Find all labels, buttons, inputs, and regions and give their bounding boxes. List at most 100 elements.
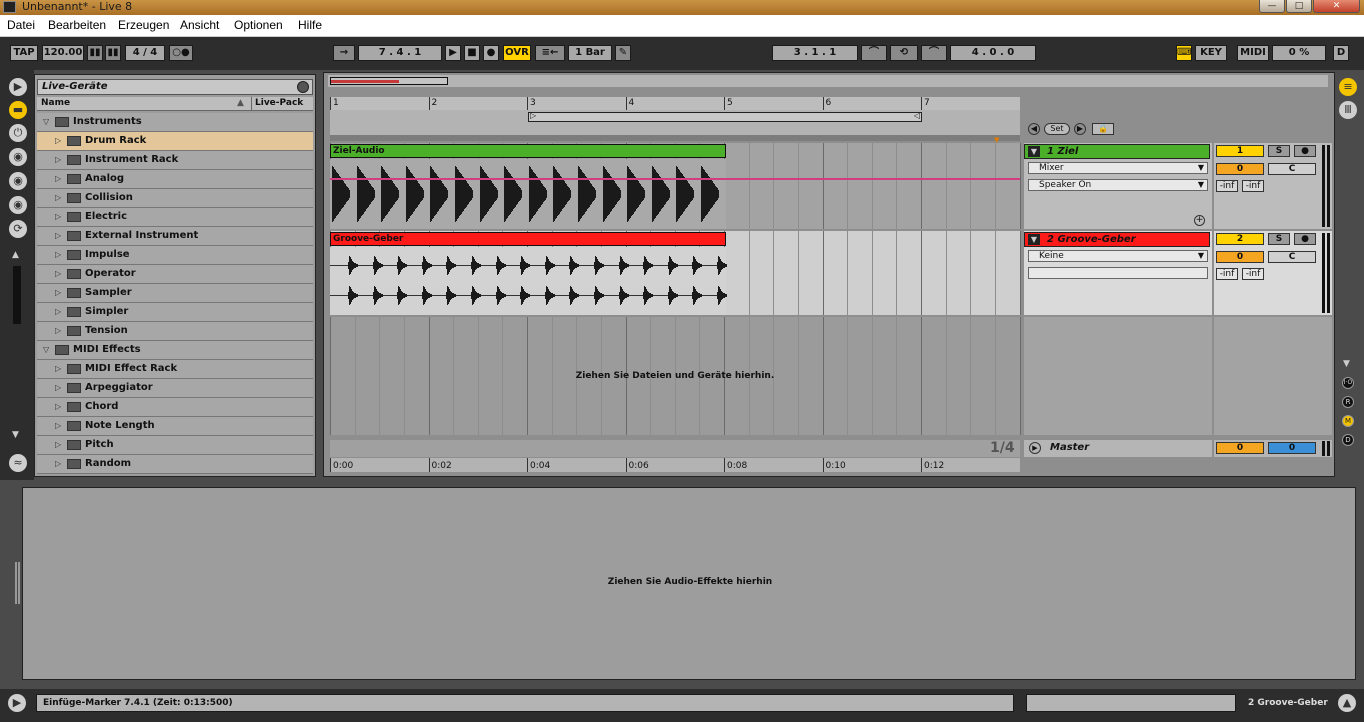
clip-ziel-audio[interactable]: Ziel-Audio	[330, 144, 726, 158]
file-browser-3-icon[interactable]: ◉	[9, 196, 27, 214]
file-browser-2-icon[interactable]: ◉	[9, 172, 27, 190]
clip-ziel-audio-waveform[interactable]	[330, 159, 726, 229]
track-name-groove-geber[interactable]: 2 Groove-Geber	[1024, 232, 1210, 247]
menu-optionen[interactable]: Optionen	[234, 18, 283, 32]
menu-erzeugen[interactable]: Erzeugen	[118, 18, 169, 32]
arrangement-view-icon[interactable]: Ⅲ	[1339, 101, 1357, 119]
browser-toggle-icon[interactable]: ▶	[9, 78, 27, 96]
record-icon[interactable]: ●	[483, 45, 499, 61]
audio-from-dropdown[interactable]: Keine ▼	[1028, 250, 1208, 262]
stop-icon[interactable]: ■	[464, 45, 480, 61]
expand-closed-icon[interactable]: ▷	[55, 455, 61, 473]
lock-envelopes-icon[interactable]: 🔒	[1092, 123, 1114, 135]
add-automation-lane-icon[interactable]: +	[1194, 215, 1205, 226]
browser-item[interactable]: ▷ Drum Rack	[37, 132, 313, 151]
browser-item[interactable]: ▷ Operator	[37, 265, 313, 284]
expand-closed-icon[interactable]: ▷	[55, 227, 61, 245]
loop-brace-lane[interactable]: ▷ ◁	[330, 110, 1020, 135]
loop-length-field[interactable]: 4 . 0 . 0	[950, 45, 1036, 61]
set-locator-button[interactable]: Set	[1044, 123, 1070, 135]
expand-closed-icon[interactable]: ▷	[55, 303, 61, 321]
browser-item[interactable]: ▷ Instrument Rack	[37, 151, 313, 170]
track-lane-ziel[interactable]: Ziel-Audio	[330, 143, 1021, 229]
io-toggle[interactable]: I·O	[1342, 377, 1354, 389]
expand-closed-icon[interactable]: ▷	[55, 398, 61, 416]
expand-closed-icon[interactable]: ▷	[55, 132, 61, 150]
expand-closed-icon[interactable]: ▷	[55, 284, 61, 302]
play-icon[interactable]: ▶	[445, 45, 461, 61]
solo-button[interactable]: S	[1268, 145, 1290, 157]
browser-settings-icon[interactable]	[297, 81, 309, 93]
loop-brace[interactable]: ▷ ◁	[528, 111, 922, 122]
minimize-icon[interactable]: —	[1259, 0, 1285, 13]
returns-toggle[interactable]: R	[1342, 396, 1354, 408]
column-name[interactable]: Name	[41, 97, 70, 110]
expand-closed-icon[interactable]: ▷	[55, 170, 61, 188]
scroll-down-icon[interactable]: ▼	[12, 430, 22, 442]
menu-hilfe[interactable]: Hilfe	[298, 18, 322, 32]
browser-item[interactable]: ▷ Simpler	[37, 303, 313, 322]
column-live-pack[interactable]: Live-Pack	[255, 97, 303, 110]
session-view-icon[interactable]: ≡	[1339, 78, 1357, 96]
audio-from-channel-dropdown[interactable]: Speaker On ▼	[1028, 179, 1208, 191]
menu-bearbeiten[interactable]: Bearbeiten	[48, 18, 106, 32]
expand-open-icon[interactable]: ▽	[43, 341, 49, 359]
computer-midi-keyboard-icon[interactable]: ⌨	[1176, 45, 1192, 61]
browser-item[interactable]: ▷ Arpeggiator	[37, 379, 313, 398]
draw-mode-icon[interactable]: ✎	[615, 45, 631, 61]
clip-groove-geber-waveform[interactable]	[330, 247, 727, 315]
loop-start-marker-icon[interactable]: ▷	[530, 111, 536, 120]
mixer-toggle[interactable]: M	[1342, 415, 1354, 427]
arm-record-icon[interactable]: ●	[1294, 233, 1316, 245]
arm-record-icon[interactable]: ●	[1294, 145, 1316, 157]
browser-item[interactable]: ▽ MIDI Effects	[37, 341, 313, 360]
scroll-down-icon[interactable]: ▼	[1343, 359, 1350, 369]
browser-item[interactable]: ▷ Collision	[37, 189, 313, 208]
expand-closed-icon[interactable]: ▷	[55, 265, 61, 283]
automation-line[interactable]	[330, 178, 1020, 180]
overdub-button[interactable]: OVR	[503, 45, 531, 61]
browser-item[interactable]: ▷ Note Length	[37, 417, 313, 436]
beat-time-ruler[interactable]: 1 2 3 4 5 6 7	[330, 97, 1020, 110]
track-header-ziel[interactable]: 1 Ziel ▼ Mixer ▼ Speaker On ▼ +	[1024, 143, 1212, 229]
browser-item[interactable]: ▽ Instruments	[37, 113, 313, 132]
track-header-groove-geber[interactable]: 2 Groove-Geber ▼ Keine ▼	[1024, 231, 1212, 315]
metronome-icon[interactable]: ○●	[169, 45, 193, 61]
master-volume-field[interactable]: 0	[1216, 442, 1264, 454]
quantize-dropdown[interactable]: 1 Bar	[568, 45, 612, 61]
time-ruler[interactable]: 0:00 0:02 0:04 0:06 0:08 0:10 0:12	[330, 458, 1020, 472]
loop-start-field[interactable]: 3 . 1 . 1	[772, 45, 858, 61]
device-toggle-icon[interactable]: ▲	[1338, 694, 1356, 712]
close-icon[interactable]: ✕	[1313, 0, 1360, 13]
menu-datei[interactable]: Datei	[7, 18, 35, 32]
expand-closed-icon[interactable]: ▷	[55, 208, 61, 226]
browser-item[interactable]: ▷ Analog	[37, 170, 313, 189]
track-activator-1[interactable]: 1	[1216, 145, 1264, 157]
expand-closed-icon[interactable]: ▷	[55, 246, 61, 264]
next-locator-icon[interactable]: ▶	[1074, 123, 1086, 135]
browser-item[interactable]: ▷ Electric	[37, 208, 313, 227]
audio-from-channel-dropdown[interactable]	[1028, 267, 1208, 279]
browser-item[interactable]: ▷ Sampler	[37, 284, 313, 303]
expand-closed-icon[interactable]: ▷	[55, 360, 61, 378]
midi-map-button[interactable]: MIDI	[1237, 45, 1269, 61]
punch-in-icon[interactable]: ⌒	[861, 45, 887, 61]
browser-item[interactable]: ▷ External Instrument	[37, 227, 313, 246]
volume-field[interactable]: 0	[1216, 251, 1264, 263]
browser-item[interactable]: ▷ MIDI Effect Rack	[37, 360, 313, 379]
browser-item[interactable]: ▷ Impulse	[37, 246, 313, 265]
arrangement-drop-area[interactable]: Ziehen Sie Dateien und Geräte hierhin.	[330, 317, 1021, 435]
scroll-up-icon[interactable]: ▲	[12, 250, 22, 262]
expand-closed-icon[interactable]: ▷	[55, 436, 61, 454]
nudge-up-icon[interactable]: ▮▮	[105, 45, 121, 61]
clip-groove-geber[interactable]: Groove-Geber	[330, 232, 726, 246]
track-activator-2[interactable]: 2	[1216, 233, 1264, 245]
delay-toggle[interactable]: D	[1342, 434, 1354, 446]
tap-button[interactable]: TAP	[10, 45, 38, 61]
track-header-master[interactable]: ▶ Master	[1024, 440, 1212, 457]
hot-swap-icon[interactable]: ⟳	[9, 220, 27, 238]
punch-out-icon[interactable]: ⌒	[921, 45, 947, 61]
volume-field[interactable]: 0	[1216, 163, 1264, 175]
track-fold-icon[interactable]: ▼	[1028, 234, 1040, 245]
browser-scrollbar[interactable]	[13, 266, 21, 324]
